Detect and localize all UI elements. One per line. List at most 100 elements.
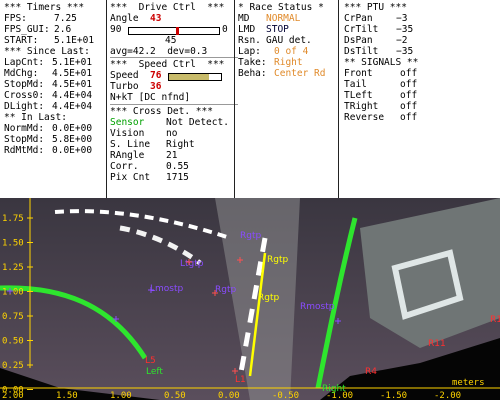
angle-slider [128, 27, 220, 35]
cross-value: no [166, 128, 178, 139]
ptu-label: DsTilt [344, 46, 379, 57]
y-tick-label: 0.25 [2, 361, 24, 371]
lmd-value: STOP [266, 24, 289, 35]
y-tick-label: 1.50 [2, 239, 24, 249]
units-label: meters [452, 378, 485, 388]
speed-bar [168, 73, 222, 81]
x-tick-label: 0.50 [164, 391, 186, 400]
rsn-value: GAU det. [266, 35, 312, 46]
marker-label: R15 [490, 315, 500, 325]
inlast-value: 5.8E+00 [52, 134, 93, 145]
since-label: LapCnt: [4, 57, 45, 68]
x-axis-ticks: 2.00 1.50 1.00 0.50 0.00 -0.50 -1.00 -1.50 -2.00 [2, 391, 461, 400]
since-value: 4.4E+04 [52, 90, 93, 101]
marker-label: L5 [145, 356, 156, 366]
race-column: * Race Status * MD NORMAL LMD STOP Rsn. … [238, 0, 338, 198]
marker-label: Ltgtp [180, 259, 204, 269]
timer-value: 5.1E+01 [54, 35, 95, 46]
y-tick-label: 0.50 [2, 337, 24, 347]
signal-label: TRight [344, 101, 379, 112]
marker-label: Right [322, 384, 346, 394]
avg-dev-readout: avg=42.2 dev=0.3 [110, 46, 208, 57]
ptu-label: CrPan [344, 13, 373, 24]
inlast-value: 0.0E+00 [52, 145, 93, 156]
cross-value: 21 [166, 150, 178, 161]
x-tick-label: 0.00 [218, 391, 240, 400]
x-tick-label: 1.50 [56, 391, 78, 400]
nnt-readout: N+kT [DC nfnd] [110, 92, 191, 103]
inlast-label: RdMtMd: [4, 145, 45, 156]
ptu-column: *** PTU *** CrPan −3 CrTilt −35 DsPan −2 DsTil… [344, 0, 494, 198]
signal-value: off [400, 68, 418, 79]
speed-bar-fill [169, 74, 209, 80]
camera-view: 1.75 1.50 1.25 1.00 0.75 0.50 0.25 0.00 2.00 1.5… [0, 198, 500, 400]
md-value: NORMAL [266, 13, 301, 24]
ptu-header: *** PTU *** [344, 2, 407, 13]
status-panel: *** Timers *** FPS: 7.25 FPS_GUI: 2.6 START:… [0, 0, 500, 198]
x-tick-label: -2.00 [434, 391, 461, 400]
signal-label: Tail [344, 79, 367, 90]
since-label: StopMd: [4, 79, 45, 90]
marker-label: Left [146, 367, 163, 377]
angle-label: Angle [110, 13, 139, 24]
inlast-value: 0.0E+00 [52, 123, 93, 134]
cross-label: RAngle [110, 150, 145, 161]
ptu-value: −2 [396, 35, 408, 46]
x-tick-label: 2.00 [2, 391, 24, 400]
cross-header: *** Cross Det. *** [110, 106, 213, 117]
divider [110, 57, 238, 58]
x-tick-label: -0.50 [272, 391, 299, 400]
timer-label: FPS: [4, 13, 27, 24]
marker-label: Rgtp [267, 255, 288, 265]
lap-label: Lap: [238, 46, 261, 57]
timer-label: FPS_GUI: [4, 24, 50, 35]
y-tick-label: 1.25 [2, 263, 24, 273]
cross-value: Right [166, 139, 195, 150]
race-header: * Race Status * [238, 2, 324, 13]
timers-header: *** Timers *** [4, 2, 85, 13]
ptu-value: −3 [396, 13, 408, 24]
ptu-value: −35 [396, 46, 414, 57]
timer-label: START: [4, 35, 39, 46]
marker-label: R11 [428, 339, 446, 349]
since-label: DLight: [4, 101, 45, 112]
inlast-label: NormMd: [4, 123, 45, 134]
beha-label: Beha: [238, 68, 267, 79]
cross-label: Sensor [110, 117, 145, 128]
marker-label: R4 [365, 367, 377, 377]
cross-value: 0.55 [166, 161, 189, 172]
inlast-label: StopMd: [4, 134, 45, 145]
cross-label: Corr. [110, 161, 139, 172]
signal-label: Reverse [344, 112, 385, 123]
drive-header: *** Drive Ctrl *** [110, 2, 225, 13]
signal-label: Front [344, 68, 373, 79]
timers-column: *** Timers *** FPS: 7.25 FPS_GUI: 2.6 START:… [4, 0, 104, 198]
column-divider [106, 0, 107, 198]
timer-value: 7.25 [54, 13, 77, 24]
marker-label: Rgtp [215, 285, 236, 295]
column-divider [234, 0, 235, 198]
take-value: Right [274, 57, 303, 68]
cross-value: 1715 [166, 172, 189, 183]
y-tick-label: 1.75 [2, 214, 24, 224]
cross-value: Not Detect. [166, 117, 229, 128]
y-tick-label: 0.75 [2, 312, 24, 322]
since-label: Cross0: [4, 90, 45, 101]
timer-value: 2.6 [54, 24, 72, 35]
take-label: Take: [238, 57, 267, 68]
cross-label: S. Line [110, 139, 151, 150]
marker-label: Rgtp [258, 293, 279, 303]
angle-min-label: 90 [110, 24, 122, 35]
md-label: MD [238, 13, 250, 24]
signals-header: ** SIGNALS ** [344, 57, 419, 68]
cross-label: Pix Cnt [110, 172, 151, 183]
since-value: 4.4E+04 [52, 101, 93, 112]
angle-slider-knob [175, 27, 179, 35]
speed-header: *** Speed Ctrl *** [110, 59, 225, 70]
x-tick-label: -1.50 [380, 391, 407, 400]
signal-label: TLeft [344, 90, 373, 101]
since-value: 4.5E+01 [52, 79, 93, 90]
rsn-label: Rsn. [238, 35, 261, 46]
x-tick-label: 1.00 [110, 391, 132, 400]
signal-value: off [400, 90, 418, 101]
